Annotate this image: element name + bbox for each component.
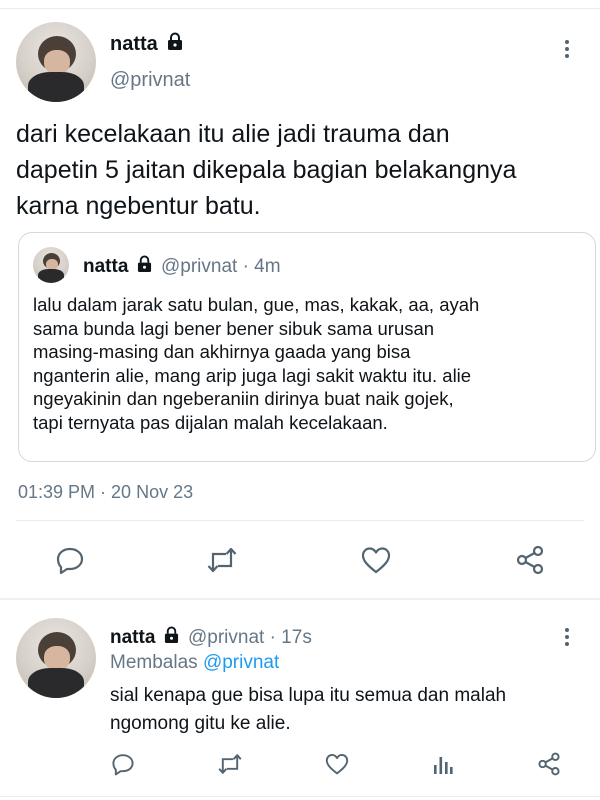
- reply-icon: [112, 754, 134, 776]
- author-name-text: natta: [110, 33, 158, 55]
- timestamp-divider: [16, 520, 584, 521]
- analytics-button[interactable]: [428, 750, 458, 778]
- reply-text-line: ngomong gitu ke alie.: [110, 713, 291, 734]
- retweet-button[interactable]: [215, 750, 245, 778]
- lock-icon: [168, 32, 183, 50]
- quoted-author-handle: @privnat: [160, 256, 238, 277]
- tweet-text-line: karna ngebentur batu.: [16, 192, 261, 220]
- reply-time: · 17s: [269, 627, 312, 648]
- top-divider: [0, 8, 600, 9]
- like-button[interactable]: [322, 750, 352, 778]
- share-icon: [538, 752, 560, 776]
- quoted-text-line: ngeyakinin dan ngeberaniin dirinya buat …: [33, 388, 454, 409]
- quoted-text: lalu dalam jarak satu bulan, gue, mas, k…: [33, 293, 479, 434]
- retweet-icon: [218, 754, 242, 774]
- replying-to-link[interactable]: @privnat: [203, 652, 279, 673]
- share-icon: [516, 545, 544, 575]
- avatar[interactable]: [16, 618, 96, 698]
- author-name[interactable]: natta: [110, 32, 183, 56]
- retweet-button[interactable]: [202, 542, 242, 578]
- lock-icon: [164, 626, 178, 643]
- author-handle[interactable]: @privnat: [188, 627, 264, 648]
- quoted-text-line: nganterin alie, mang arip juga lagi saki…: [33, 364, 472, 386]
- quoted-text-line: tapi ternyata pas dijalan malah kecelaka…: [33, 411, 388, 433]
- share-button[interactable]: [510, 542, 550, 578]
- quoted-text-line: lalu dalam jarak satu bulan, gue, mas, k…: [33, 294, 480, 315]
- lock-icon: [137, 255, 151, 272]
- share-button[interactable]: [534, 750, 564, 778]
- heart-icon: [361, 547, 391, 574]
- retweet-icon: [207, 547, 237, 573]
- bottom-divider: [0, 796, 600, 797]
- tweet-text: dari kecelakaan itu alie jadi trauma dan…: [16, 116, 596, 224]
- author-name[interactable]: natta: [110, 627, 155, 648]
- quoted-avatar: [33, 247, 69, 283]
- like-button[interactable]: [356, 542, 396, 578]
- reply-text-line: sial kenapa gue bisa lupa itu semua dan …: [110, 685, 507, 706]
- more-vertical-icon[interactable]: [564, 40, 570, 61]
- replying-prefix: Membalas: [110, 652, 198, 673]
- tweet-timestamp[interactable]: 01:39 PM · 20 Nov 23: [18, 482, 193, 503]
- quoted-time: · 4m: [242, 256, 281, 277]
- author-handle[interactable]: @privnat: [110, 69, 190, 92]
- quoted-text-line: masing-masing dan akhirnya gaada yang bi…: [33, 341, 411, 362]
- more-vertical-icon[interactable]: [564, 628, 570, 649]
- avatar[interactable]: [16, 22, 96, 102]
- tweet-text-line: dapetin 5 jaitan dikepala bagian belakan…: [16, 156, 517, 184]
- tweet-text-line: dari kecelakaan itu alie jadi trauma dan: [16, 120, 450, 148]
- heart-icon: [325, 754, 349, 775]
- reply-button[interactable]: [108, 750, 138, 778]
- quoted-tweet[interactable]: natta @privnat · 4m lalu dalam jarak sat…: [18, 232, 596, 462]
- quoted-text-line: sama bunda lagi bener bener sibuk sama u…: [33, 317, 435, 339]
- reply-text: sial kenapa gue bisa lupa itu semua dan …: [110, 682, 506, 738]
- section-divider: [0, 598, 600, 600]
- reply-icon: [56, 547, 84, 575]
- analytics-icon: [434, 757, 453, 774]
- quoted-author-name: natta: [83, 256, 129, 277]
- reply-button[interactable]: [50, 542, 90, 578]
